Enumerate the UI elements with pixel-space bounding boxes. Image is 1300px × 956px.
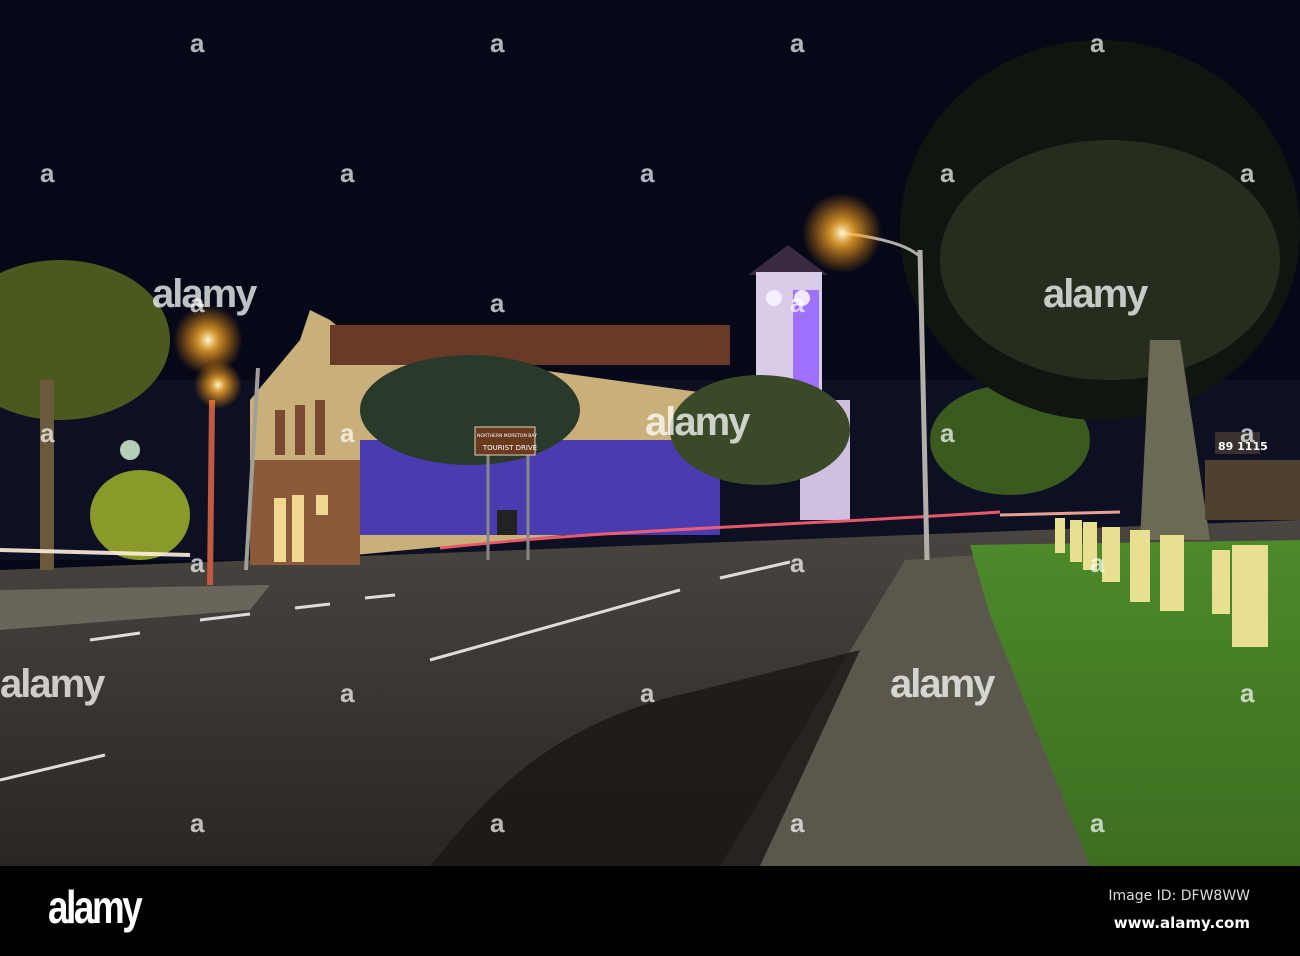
watermark-mark: a [1090,28,1105,58]
watermark-mark: a [1240,418,1255,448]
watermark: alamy [0,662,105,706]
watermark-mark: a [1090,808,1105,838]
watermark-mark: a [190,548,205,578]
watermark-mark: a [940,418,955,448]
chevron-sign [497,510,517,535]
watermark-mark: a [790,808,805,838]
watermark-mark: a [1240,158,1255,188]
watermark-mark: a [190,808,205,838]
watermark-mark: a [340,158,355,188]
sign-line2: TOURIST DRIVE [482,444,537,452]
sign-line1: NORTHERN MORETON BAY [477,433,537,439]
watermark-mark: a [40,158,55,188]
watermark-mark: a [640,678,655,708]
watermark-mark: a [1090,548,1105,578]
watermark-mark: a [490,28,505,58]
watermark-mark: a [40,418,55,448]
watermark-mark: a [490,808,505,838]
watermark-mark: a [490,288,505,318]
watermark-mark: a [340,678,355,708]
watermark-mark: a [940,158,955,188]
watermark-mark: a [1240,678,1255,708]
watermark: alamy [890,662,995,706]
watermark: alamy [1043,272,1148,316]
watermark-mark: a [790,28,805,58]
clock-face [766,290,782,306]
watermark-mark: a [790,548,805,578]
watermark-mark: a [190,288,205,318]
footer-bar: alamy Image ID: DFW8WW www.alamy.com [0,866,1300,956]
watermark-mark: a [640,158,655,188]
watermark-mark: a [190,28,205,58]
watermark-mark: a [790,288,805,318]
image-id: Image ID: DFW8WW [1108,888,1250,904]
site-url: www.alamy.com [1113,914,1250,932]
watermark-mark: a [340,418,355,448]
watermark: alamy [645,400,750,444]
alamy-logo: alamy [48,881,143,933]
